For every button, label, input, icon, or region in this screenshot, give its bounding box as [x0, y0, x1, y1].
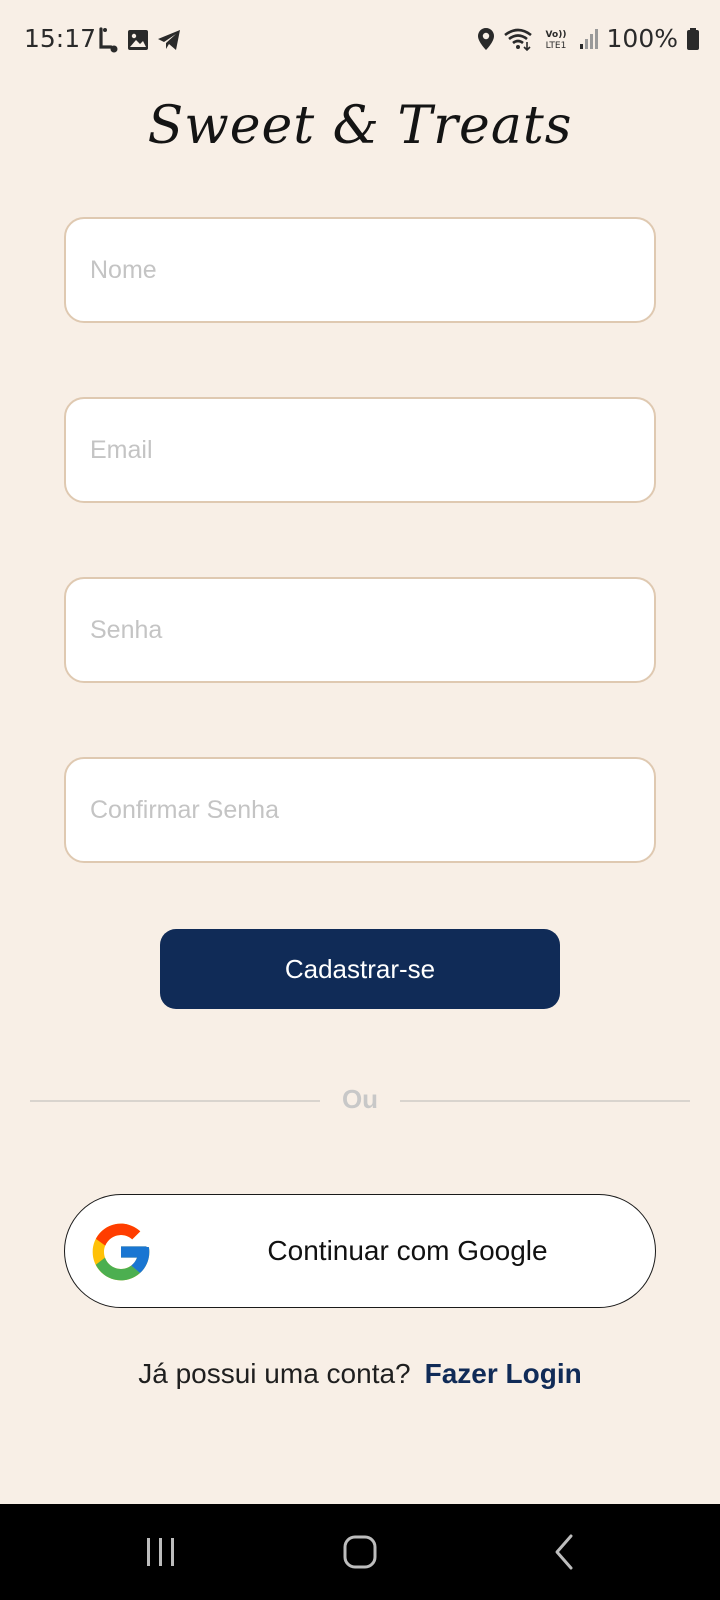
home-icon[interactable]: [340, 1532, 380, 1572]
email-input[interactable]: [66, 399, 654, 501]
recents-icon[interactable]: [141, 1532, 181, 1572]
name-input[interactable]: [66, 219, 654, 321]
email-field[interactable]: [64, 397, 656, 503]
confirm-password-field[interactable]: [64, 757, 656, 863]
divider-text: Ou: [341, 1084, 379, 1114]
gallery-icon: [127, 29, 149, 51]
location-icon: [477, 27, 495, 51]
status-notification-icons: [97, 27, 181, 53]
back-icon[interactable]: [545, 1532, 585, 1572]
status-time: 15:17: [24, 24, 97, 53]
login-prompt-text: Já possui uma conta?: [138, 1358, 411, 1389]
battery-percentage: 100%: [606, 24, 678, 53]
signal-icon: [579, 28, 599, 50]
google-signin-label: Continuar com Google: [267, 1235, 548, 1266]
divider-line-right: [400, 1100, 690, 1102]
google-icon: [87, 1218, 155, 1286]
system-nav-bar: [0, 1504, 720, 1600]
status-system-icons: Vo)) LTE1 100%: [477, 24, 700, 53]
divider-line-left: [30, 1100, 320, 1102]
password-field[interactable]: [64, 577, 656, 683]
battery-icon: [686, 27, 700, 51]
google-signin-button[interactable]: Continuar com Google: [64, 1194, 656, 1308]
wifi-icon: [503, 27, 533, 51]
signup-button[interactable]: Cadastrar-se: [160, 929, 560, 1009]
password-input[interactable]: [66, 579, 654, 681]
app-logo: Sweet & Treats: [147, 96, 573, 156]
login-link[interactable]: Fazer Login: [425, 1358, 582, 1389]
telegram-icon: [157, 29, 181, 51]
svg-text:LTE1: LTE1: [545, 41, 566, 51]
svg-text:Vo)): Vo)): [545, 30, 566, 40]
name-field[interactable]: [64, 217, 656, 323]
status-bar: 15:17 Vo)) LTE1 100%: [0, 0, 720, 84]
usb-debug-icon: [97, 27, 119, 53]
confirm-password-input[interactable]: [66, 759, 654, 861]
login-prompt-row: Já possui uma conta? Fazer Login: [0, 1358, 720, 1390]
volte-icon: Vo)) LTE1: [541, 27, 571, 51]
